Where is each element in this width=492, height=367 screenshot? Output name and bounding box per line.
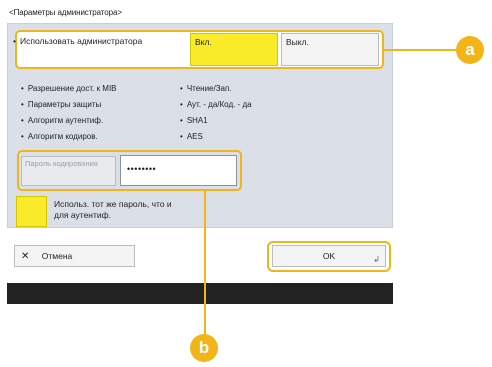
ok-button-label: OK <box>322 251 336 261</box>
bullet-icon: • <box>180 84 183 93</box>
callout-b-leader <box>204 191 206 336</box>
bullet-icon: • <box>180 132 183 141</box>
close-icon: ✕ <box>21 251 30 262</box>
footer-bar <box>7 283 393 304</box>
callout-a-badge: a <box>456 36 484 64</box>
bullet-icon: • <box>13 36 16 46</box>
password-label: Пароль кодирования <box>21 156 116 186</box>
bullet-icon: • <box>180 116 183 125</box>
bullet-icon: • <box>21 116 24 125</box>
password-input[interactable]: •••••••• <box>120 155 237 186</box>
info-label-auth-algorithm: • Алгоритм аутентиф. <box>21 116 104 125</box>
callout-a-leader <box>384 49 458 51</box>
same-password-checkbox-label: Использ. тот же пароль, что и для аутент… <box>54 199 172 220</box>
info-value-mib: • Чтение/Зап. <box>180 84 232 93</box>
screen-title: <Параметры администратора> <box>9 8 122 17</box>
bullet-icon: • <box>180 100 183 109</box>
bullet-icon: • <box>21 132 24 141</box>
info-value-security: • Аут. - да/Код. - да <box>180 100 252 109</box>
same-password-checkbox[interactable] <box>16 196 47 227</box>
cancel-button-label: Отмена <box>41 251 73 261</box>
info-label-security: • Параметры защиты <box>21 100 102 109</box>
ok-button[interactable]: OK ↲ <box>272 245 386 267</box>
cancel-button[interactable]: ✕ Отмена <box>14 245 135 267</box>
admin-on-button[interactable]: Вкл. <box>190 33 278 66</box>
info-value-auth-algorithm: • SHA1 <box>180 116 208 125</box>
info-label-mib: • Разрешение дост. к MIB <box>21 84 117 93</box>
admin-setting-label-text: Использовать администратора <box>20 36 143 46</box>
bullet-icon: • <box>21 84 24 93</box>
bullet-icon: • <box>21 100 24 109</box>
admin-setting-label: • Использовать администратора <box>13 36 160 47</box>
info-value-encryption-algorithm: • AES <box>180 132 203 141</box>
enter-icon: ↲ <box>373 255 380 264</box>
callout-b-badge: b <box>190 334 218 362</box>
admin-off-button[interactable]: Выкл. <box>281 33 379 66</box>
info-label-encryption-algorithm: • Алгоритм кодиров. <box>21 132 98 141</box>
